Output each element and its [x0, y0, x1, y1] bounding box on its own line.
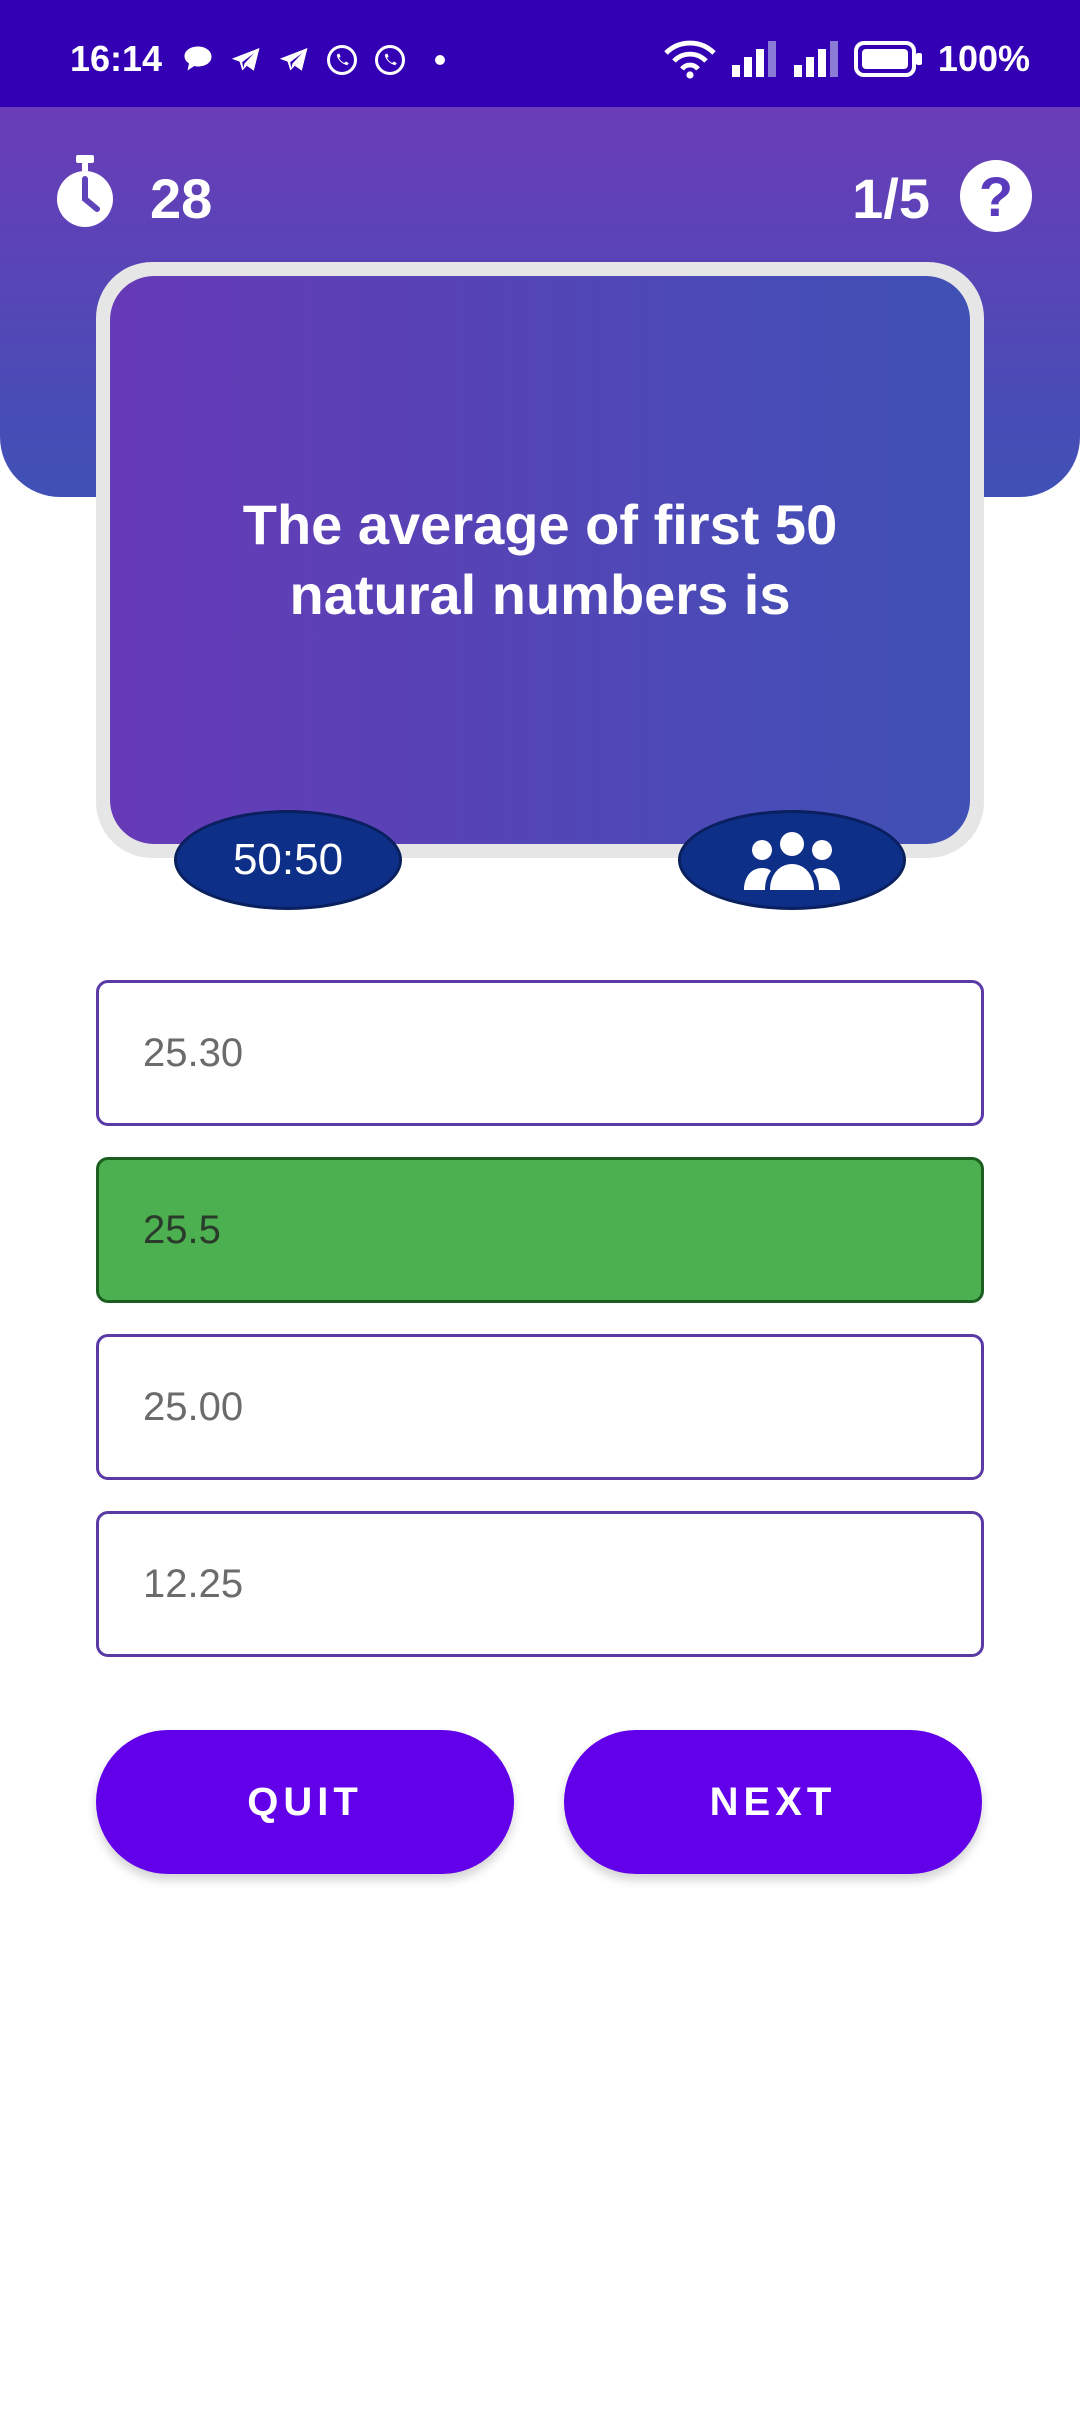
stopwatch-icon — [57, 155, 113, 227]
timer-value: 28 — [150, 167, 213, 230]
signal-icon — [731, 41, 776, 77]
fifty-fifty-lifeline-button[interactable]: 50:50 — [174, 810, 402, 910]
telegram-icon — [231, 48, 260, 71]
audience-poll-lifeline-button[interactable] — [678, 810, 906, 910]
group-icon — [744, 832, 840, 890]
question-card-frame: The average of first 50 natural numbers … — [96, 262, 984, 858]
option-label: 25.30 — [143, 1030, 244, 1075]
whatsapp-icon — [375, 45, 405, 75]
option-label: 12.25 — [143, 1561, 244, 1606]
telegram-icon — [279, 48, 308, 71]
option-button-3[interactable]: 25.00 — [96, 1334, 984, 1480]
status-indicators: 100% — [664, 38, 1030, 80]
battery-icon — [853, 41, 922, 77]
option-button-2[interactable]: 25.5 — [96, 1157, 984, 1303]
question-card: The average of first 50 natural numbers … — [110, 276, 970, 844]
option-label: 25.5 — [143, 1207, 221, 1252]
notification-icons — [180, 42, 450, 78]
next-button[interactable]: NEXT — [564, 1730, 982, 1874]
option-button-1[interactable]: 25.30 — [96, 980, 984, 1126]
battery-percentage: 100% — [937, 38, 1030, 79]
question-text: The average of first 50 natural numbers … — [242, 493, 838, 626]
status-time: 16:14 — [70, 38, 163, 79]
option-label: 25.00 — [143, 1384, 244, 1429]
chat-bubble-icon — [184, 46, 212, 71]
status-bar: 16:14 100% — [0, 0, 1080, 107]
help-icon[interactable]: ? — [960, 160, 1032, 232]
quit-button[interactable]: QUIT — [96, 1730, 514, 1874]
signal-icon — [793, 41, 838, 77]
wifi-icon — [664, 40, 716, 79]
option-button-4[interactable]: 12.25 — [96, 1511, 984, 1657]
whatsapp-icon — [327, 45, 357, 75]
question-progress: 1/5 — [852, 167, 930, 230]
fifty-fifty-label: 50:50 — [232, 835, 344, 884]
dot-icon — [435, 55, 445, 65]
